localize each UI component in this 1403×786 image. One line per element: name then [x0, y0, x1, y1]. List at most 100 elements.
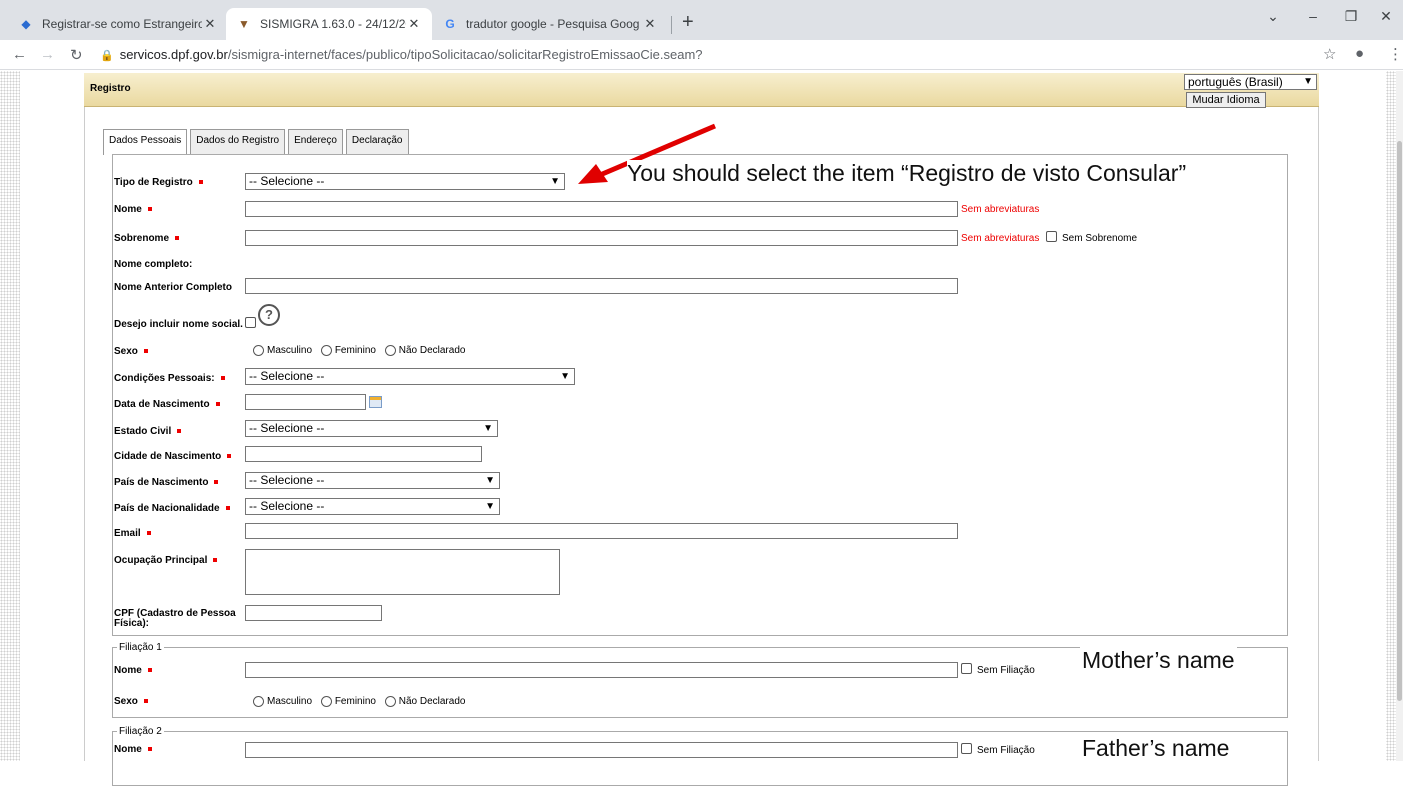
radio-feminino[interactable]: [320, 696, 332, 707]
required-marker: [213, 558, 218, 563]
close-tab-icon[interactable]: ✕: [202, 16, 218, 32]
back-arrow-icon[interactable]: ←: [12, 46, 27, 63]
chevron-down-icon: ▼: [483, 423, 493, 434]
close-tab-icon[interactable]: ✕: [642, 16, 658, 32]
bookmark-star-icon[interactable]: ☆: [1323, 45, 1336, 63]
browser-tab-strip: ◆ Registrar-se como Estrangeiro no ✕ ▼ S…: [0, 0, 1403, 40]
radio-feminino[interactable]: [320, 345, 332, 356]
estado-civil-select[interactable]: -- Selecione -- ▼: [245, 420, 498, 437]
pais-nascimento-select[interactable]: -- Selecione -- ▼: [245, 472, 500, 489]
lock-icon: 🔒: [100, 50, 114, 62]
cidade-nascimento-input[interactable]: [245, 446, 482, 462]
page-scrollbar[interactable]: [1396, 71, 1403, 761]
cpf-label: CPF (Cadastro de Pessoa Física):: [114, 608, 236, 629]
filiacao1-sem-label: Sem Filiação: [977, 665, 1035, 676]
tab-title: Registrar-se como Estrangeiro no: [42, 17, 202, 31]
filiacao1-nome-label: Nome: [114, 665, 152, 676]
required-marker: [147, 747, 152, 752]
chevron-down-icon: ▼: [485, 475, 495, 486]
condicoes-select[interactable]: -- Selecione -- ▼: [245, 368, 575, 385]
filiacao2-sem-label: Sem Filiação: [977, 745, 1035, 756]
browser-menu-icon[interactable]: ⋮: [1388, 45, 1403, 63]
filiacao1-nome-input[interactable]: [245, 662, 958, 678]
nome-anterior-label: Nome Anterior Completo: [114, 282, 232, 293]
father-name-annotation: Father’s name: [1080, 735, 1232, 762]
select-hint-annotation: You should select the item “Registro de …: [627, 160, 1187, 187]
email-field[interactable]: [245, 523, 958, 539]
ocupacao-textarea[interactable]: [245, 549, 560, 595]
browser-toolbar: ← → ↻ 🔒 servicos.dpf.gov.br/sismigra-inte…: [0, 40, 1403, 70]
required-marker: [198, 180, 203, 185]
nome-completo-label: Nome completo:: [114, 259, 193, 270]
cidade-nascimento-label: Cidade de Nascimento: [114, 451, 232, 462]
profile-avatar-icon[interactable]: ●: [1355, 45, 1364, 62]
required-marker: [177, 429, 182, 434]
radio-label: Feminino: [334, 345, 376, 357]
forward-arrow-icon[interactable]: →: [40, 46, 55, 63]
tab-endereco[interactable]: Endereço: [288, 129, 343, 154]
tab-declaracao[interactable]: Declaração: [345, 129, 409, 154]
radio-nao-declarado[interactable]: [384, 696, 396, 707]
restore-window-icon[interactable]: ❐: [1341, 8, 1361, 25]
nome-label: Nome: [114, 204, 152, 215]
cpf-input[interactable]: [245, 605, 382, 621]
pais-nacionalidade-select[interactable]: -- Selecione -- ▼: [245, 498, 500, 515]
browser-tab-registrar[interactable]: ◆ Registrar-se como Estrangeiro no ✕: [8, 8, 228, 40]
nome-social-label: Desejo incluir nome social.: [114, 319, 243, 330]
required-marker: [215, 402, 220, 407]
radio-masculino[interactable]: [253, 696, 264, 707]
mother-name-annotation: Mother’s name: [1080, 647, 1237, 674]
nome-input[interactable]: [245, 201, 958, 217]
estado-civil-label: Estado Civil: [114, 426, 182, 437]
tab-search-chevron-icon[interactable]: ⌄: [1263, 8, 1283, 25]
chevron-down-icon: ▼: [485, 501, 495, 512]
required-marker: [147, 207, 152, 212]
required-marker: [225, 506, 230, 511]
form-tabs: Dados Pessoais Dados do Registro Endereç…: [103, 129, 412, 155]
filiacao1-sexo-radio-group: Masculino Feminino Não Declarado: [253, 696, 471, 707]
close-tab-icon[interactable]: ✕: [406, 16, 422, 32]
browser-tab-google[interactable]: G tradutor google - Pesquisa Goog ✕: [432, 8, 668, 40]
tab-dados-pessoais[interactable]: Dados Pessoais: [103, 129, 188, 155]
radio-masculino[interactable]: [253, 345, 264, 356]
filiacao1-sexo-label: Sexo: [114, 696, 148, 707]
sem-sobrenome-checkbox[interactable]: [1046, 231, 1057, 242]
required-marker: [143, 349, 148, 354]
filiacao2-nome-input[interactable]: [245, 742, 958, 758]
data-nascimento-input[interactable]: [245, 394, 366, 410]
change-language-button[interactable]: Mudar Idioma: [1186, 92, 1266, 108]
reload-icon[interactable]: ↻: [70, 46, 83, 64]
browser-tab-sismigra[interactable]: ▼ SISMIGRA 1.63.0 - 24/12/2020 1 ✕: [226, 8, 432, 40]
tab-dados-registro[interactable]: Dados do Registro: [190, 129, 286, 154]
help-icon[interactable]: ?: [258, 304, 280, 326]
language-value: português (Brasil): [1188, 75, 1283, 89]
minimize-window-icon[interactable]: –: [1303, 8, 1323, 24]
radio-label: Masculino: [267, 696, 313, 708]
close-window-icon[interactable]: ✕: [1376, 8, 1396, 25]
sobrenome-input[interactable]: [245, 230, 958, 246]
url-host: servicos.dpf.gov.br: [119, 47, 228, 62]
required-marker: [175, 236, 180, 241]
scrollbar-thumb[interactable]: [1397, 141, 1402, 701]
tipo-registro-select[interactable]: -- Selecione -- ▼: [245, 173, 565, 190]
url-path: /sismigra-internet/faces/publico/tipoSol…: [227, 47, 703, 62]
chevron-down-icon: ▼: [560, 371, 570, 382]
radio-label: Masculino: [267, 345, 313, 357]
police-badge-icon: ▼: [238, 17, 250, 31]
nome-anterior-input[interactable]: [245, 278, 958, 294]
ocupacao-label: Ocupação Principal: [114, 555, 218, 566]
required-marker: [214, 480, 219, 485]
email-label: Email: [114, 528, 151, 539]
filiacao1-sem-checkbox[interactable]: [961, 663, 972, 674]
pais-nacionalidade-label: País de Nacionalidade: [114, 503, 230, 514]
address-bar[interactable]: 🔒 servicos.dpf.gov.br/sismigra-internet/f…: [100, 44, 1280, 66]
calendar-icon[interactable]: [369, 396, 382, 408]
nome-social-checkbox[interactable]: [245, 317, 256, 328]
nome-hint: Sem abreviaturas: [961, 204, 1040, 215]
filiacao2-sem-checkbox[interactable]: [961, 743, 972, 754]
radio-nao-declarado[interactable]: [384, 345, 396, 356]
language-select[interactable]: português (Brasil) ▼: [1184, 74, 1317, 90]
page-title: Registro: [90, 83, 131, 94]
new-tab-button[interactable]: +: [682, 12, 694, 32]
registro-header: Registro: [84, 73, 1319, 107]
